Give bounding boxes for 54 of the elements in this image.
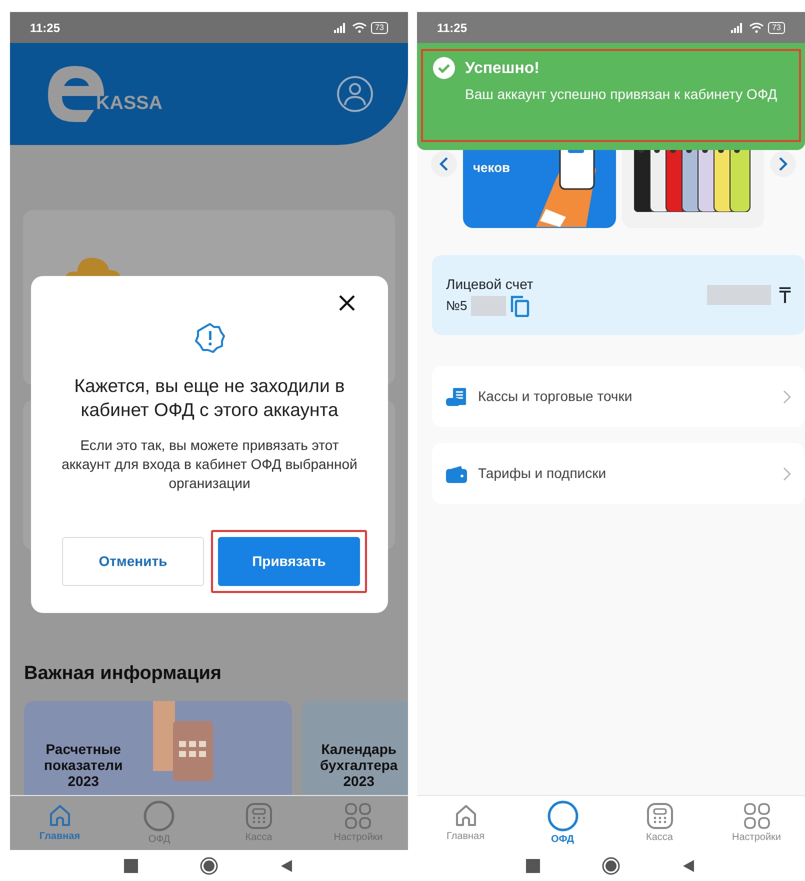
banner-text: чеков [473, 159, 510, 177]
dialog-message: Если это так, вы можете привязать этот аккаунт для входа в кабинет ОФД выбранной организации [60, 436, 358, 493]
nav-tab[interactable]: Настройки [716, 802, 796, 844]
wallet-icon [446, 464, 468, 482]
back-triangle-icon[interactable] [682, 858, 696, 872]
wifi-icon [352, 22, 368, 33]
chevron-right-icon [778, 157, 788, 171]
menu-item[interactable]: Тарифы и подписки [432, 443, 805, 504]
grid-icon [742, 802, 770, 830]
receipt-icon [446, 386, 468, 406]
dialog-title: Кажется, вы еще не заходили в кабинет ОФД с этого аккаунта [73, 374, 346, 422]
status-time: 11:25 [30, 20, 60, 36]
info-card-title: Календарь бухгалтера 2023 [320, 740, 398, 789]
circle-button-icon[interactable] [602, 856, 620, 874]
account-number: №5 [446, 296, 468, 315]
account-label: Лицевой счет [446, 274, 534, 294]
battery-indicator: 73 [371, 22, 388, 34]
toast-title: Успешно! [465, 59, 541, 79]
logo-text: KASSA [96, 92, 163, 116]
nav-tab[interactable]: Касса [620, 802, 700, 844]
warning-badge-icon [194, 322, 226, 354]
close-icon[interactable] [338, 294, 356, 312]
cancel-button[interactable]: Отменить [62, 537, 204, 586]
circle-icon [143, 800, 176, 832]
link-button[interactable]: Привязать [218, 537, 360, 586]
carousel-next-button[interactable] [770, 151, 796, 177]
currency-sign: ₸ [779, 282, 791, 310]
info-card[interactable]: Расчетные показатели 2023 [24, 700, 292, 795]
status-time: 11:25 [437, 20, 468, 36]
nav-tab[interactable]: Главная [426, 802, 506, 844]
circle-button-icon[interactable] [200, 856, 218, 874]
menu-item[interactable]: Кассы и торговые точки [432, 366, 805, 427]
wifi-icon [749, 22, 764, 33]
square-icon[interactable] [526, 858, 540, 872]
calculator-icon [646, 802, 674, 830]
back-triangle-icon[interactable] [280, 858, 294, 872]
chevron-right-icon [783, 390, 791, 404]
calculator-icon [244, 802, 273, 830]
square-icon[interactable] [124, 858, 138, 872]
blurred-number [471, 296, 506, 316]
section-title: Важная информация [24, 662, 222, 686]
copy-icon[interactable] [510, 294, 530, 316]
circle-icon [546, 800, 578, 832]
chevron-left-icon [439, 157, 449, 171]
info-card-title: Расчетные показатели 2023 [44, 740, 123, 789]
carousel-prev-button[interactable] [431, 151, 457, 177]
check-circle-icon [433, 57, 455, 79]
blurred-balance [707, 285, 771, 305]
grid-icon [344, 802, 372, 830]
nav-tab[interactable]: ОФД [522, 800, 602, 846]
battery-indicator: 73 [768, 22, 785, 34]
chevron-right-icon [783, 466, 791, 480]
info-card[interactable]: Календарь бухгалтера 2023 [302, 700, 408, 795]
profile-icon[interactable] [336, 75, 374, 113]
